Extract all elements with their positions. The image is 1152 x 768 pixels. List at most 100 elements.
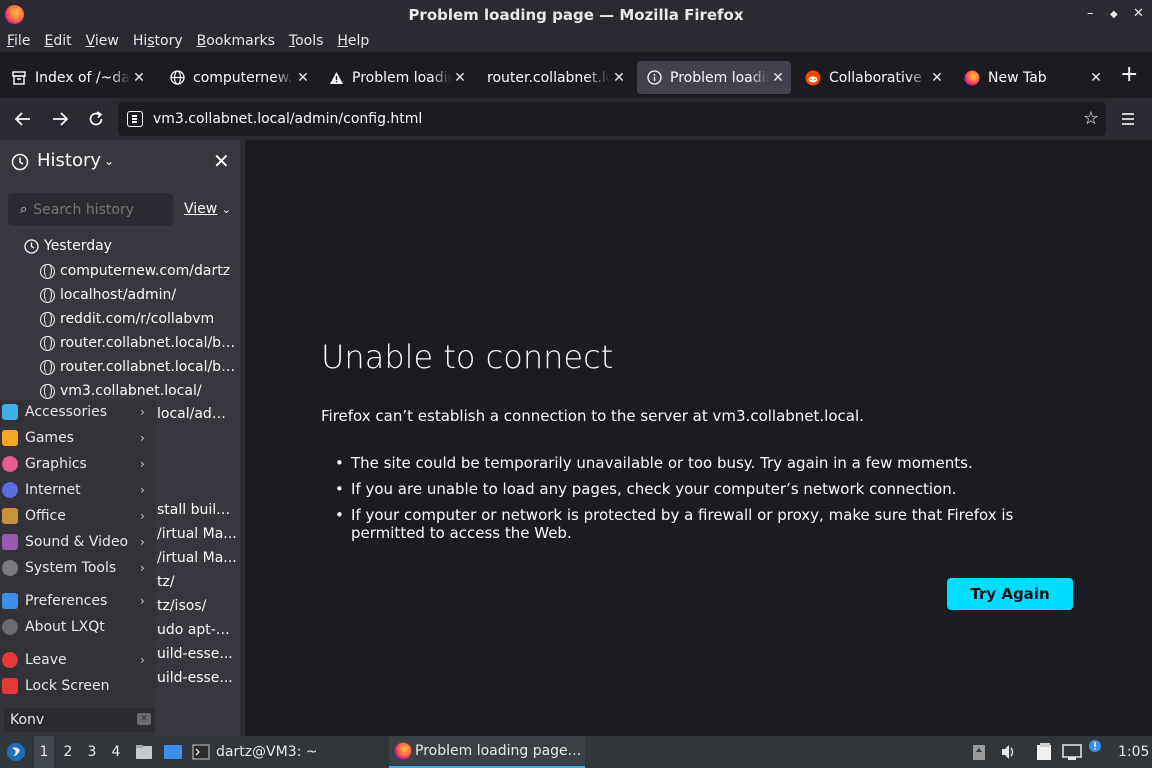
firefox-icon <box>394 742 412 760</box>
menu-item-accessories[interactable]: Accessories › <box>0 400 156 424</box>
menu-help[interactable]: Help <box>337 33 369 49</box>
menu-item-internet[interactable]: Internet › <box>0 478 156 502</box>
start-menu-icon[interactable] <box>6 736 26 768</box>
new-tab-plus-icon[interactable]: + <box>1120 64 1138 86</box>
tab-close-icon[interactable]: ✕ <box>769 70 787 86</box>
history-item[interactable]: reddit.com/r/collabvm <box>40 308 236 330</box>
menu-item-about-lxqt[interactable]: About LXQt <box>0 615 156 639</box>
tab-strip: Index of /~dartz/ ✕ computernew.com/dart… <box>0 56 1152 98</box>
suggestion-item: If your computer or network is protected… <box>335 506 1025 542</box>
show-desktop-icon[interactable] <box>163 736 183 768</box>
tab-close-icon[interactable]: ✕ <box>294 70 312 86</box>
tab-index-of-dartz[interactable]: Index of /~dartz/ ✕ <box>2 61 152 94</box>
try-again-button[interactable]: Try Again <box>947 578 1073 610</box>
notification-icon[interactable] <box>1088 730 1102 762</box>
menu-bookmarks[interactable]: Bookmarks <box>197 33 275 49</box>
tab-close-icon[interactable]: ✕ <box>928 70 946 86</box>
history-group-yesterday[interactable]: Yesterday <box>24 238 112 254</box>
view-dropdown-button[interactable]: View ⌄ <box>184 201 231 217</box>
menu-item-sound-video[interactable]: Sound & Video › <box>0 530 156 554</box>
history-clock-icon <box>11 153 29 175</box>
tab-problem-loading-1[interactable]: Problem loading page ✕ <box>319 61 473 94</box>
history-item-fragment[interactable]: uild-esse... <box>157 646 237 662</box>
menu-search-input[interactable] <box>4 712 124 728</box>
history-item[interactable]: localhost/admin/ <box>40 284 236 306</box>
close-window-button[interactable]: ✕ <box>1133 6 1144 21</box>
sidebar-title[interactable]: History <box>37 150 101 171</box>
tab-computernew[interactable]: computernew.com/dartz ✕ <box>160 61 316 94</box>
window-titlebar[interactable]: Problem loading page — Mozilla Firefox –… <box>0 0 1152 30</box>
error-suggestions: The site could be temporarily unavailabl… <box>335 454 1025 550</box>
menu-item-leave[interactable]: Leave › <box>0 648 156 672</box>
suggestion-item: If you are unable to load any pages, che… <box>335 480 1025 498</box>
menu-item-preferences[interactable]: Preferences › <box>0 589 156 613</box>
tab-new-tab[interactable]: New Tab ✕ <box>955 61 1109 94</box>
volume-icon[interactable] <box>1000 736 1018 768</box>
office-icon <box>2 508 18 524</box>
bookmark-star-icon[interactable]: ☆ <box>1083 108 1099 129</box>
history-item-fragment[interactable]: udo apt-g... <box>157 622 237 638</box>
desktop-2-button[interactable]: 2 <box>58 736 78 768</box>
page-info-icon[interactable] <box>127 111 143 127</box>
reload-icon[interactable] <box>84 107 108 131</box>
tab-close-icon[interactable]: ✕ <box>451 70 469 86</box>
taskbar-task-firefox[interactable]: Problem loading page... <box>389 736 585 768</box>
file-manager-icon[interactable] <box>135 736 153 768</box>
history-search-box[interactable]: ⌕ <box>8 193 173 226</box>
graphics-icon <box>2 456 18 472</box>
menu-item-lock-screen[interactable]: Lock Screen <box>0 674 156 698</box>
maximize-button[interactable]: ◆ <box>1110 9 1118 20</box>
menu-view[interactable]: View <box>86 33 119 49</box>
menu-tools[interactable]: Tools <box>289 33 324 49</box>
desktop-4-button[interactable]: 4 <box>106 736 126 768</box>
url-input[interactable] <box>153 111 1106 127</box>
tab-close-icon[interactable]: ✕ <box>610 70 628 86</box>
taskbar-task-terminal[interactable]: dartz@VM3: ~ <box>192 736 382 768</box>
history-item-fragment[interactable]: tz/ <box>157 574 237 590</box>
menu-history[interactable]: History <box>133 33 183 49</box>
menu-edit[interactable]: Edit <box>44 33 71 49</box>
tab-close-icon[interactable]: ✕ <box>1087 70 1105 86</box>
back-arrow-icon[interactable] <box>11 107 35 131</box>
history-item-fragment[interactable]: /irtual Ma... <box>157 526 237 542</box>
clock[interactable]: 1:05 <box>1118 736 1149 768</box>
notes-icon[interactable] <box>1035 736 1055 768</box>
history-item-fragment[interactable]: /irtual Ma... <box>157 550 237 566</box>
history-item-fragment[interactable]: stall build... <box>157 502 237 518</box>
tab-close-icon[interactable]: ✕ <box>130 70 148 86</box>
menu-item-graphics[interactable]: Graphics › <box>0 452 156 476</box>
menu-file[interactable]: File <box>7 33 30 49</box>
sidebar-close-icon[interactable]: ✕ <box>213 149 230 173</box>
history-item[interactable]: computernew.com/dartz <box>40 260 236 282</box>
globe-icon <box>40 335 55 351</box>
history-item-fragment[interactable]: local/adm... <box>157 406 237 422</box>
network-icon[interactable] <box>1062 736 1082 768</box>
games-icon <box>2 430 18 446</box>
error-page: Unable to connect Firefox can’t establis… <box>245 140 1152 736</box>
clock-icon <box>24 238 39 254</box>
chevron-down-icon[interactable]: ⌄ <box>104 154 114 168</box>
history-item-fragment[interactable]: tz/isos/ <box>157 598 237 614</box>
menu-search-box[interactable]: ✕ <box>4 708 154 732</box>
history-item[interactable]: vm3.collabnet.local/ <box>40 380 236 402</box>
history-item[interactable]: router.collabnet.local/bl... <box>40 356 236 378</box>
desktop-3-button[interactable]: 3 <box>82 736 102 768</box>
history-item[interactable]: router.collabnet.local/bl... <box>40 332 236 354</box>
tab-router-collabnet[interactable]: router.collabnet.local ✕ <box>478 61 632 94</box>
clear-search-icon[interactable]: ✕ <box>137 713 151 725</box>
menu-item-system-tools[interactable]: System Tools › <box>0 556 156 580</box>
hamburger-menu-icon[interactable] <box>1116 107 1140 131</box>
menu-item-games[interactable]: Games › <box>0 426 156 450</box>
tab-collaborative-vms[interactable]: Collaborative VMs ✕ <box>796 61 950 94</box>
minimize-button[interactable]: – <box>1087 6 1094 21</box>
url-bar[interactable]: ☆ <box>118 102 1106 136</box>
sound-video-icon <box>2 534 18 550</box>
desktop-screen: Problem loading page — Mozilla Firefox –… <box>0 0 1152 768</box>
forward-arrow-icon[interactable] <box>48 107 72 131</box>
history-item-fragment[interactable]: uild-esse... <box>157 670 237 686</box>
desktop-1-button[interactable]: 1 <box>34 736 54 768</box>
menu-item-office[interactable]: Office › <box>0 504 156 528</box>
history-search-input[interactable] <box>33 201 164 218</box>
tab-problem-loading-active[interactable]: Problem loading page ✕ <box>637 61 791 94</box>
clipboard-icon[interactable] <box>972 736 986 768</box>
